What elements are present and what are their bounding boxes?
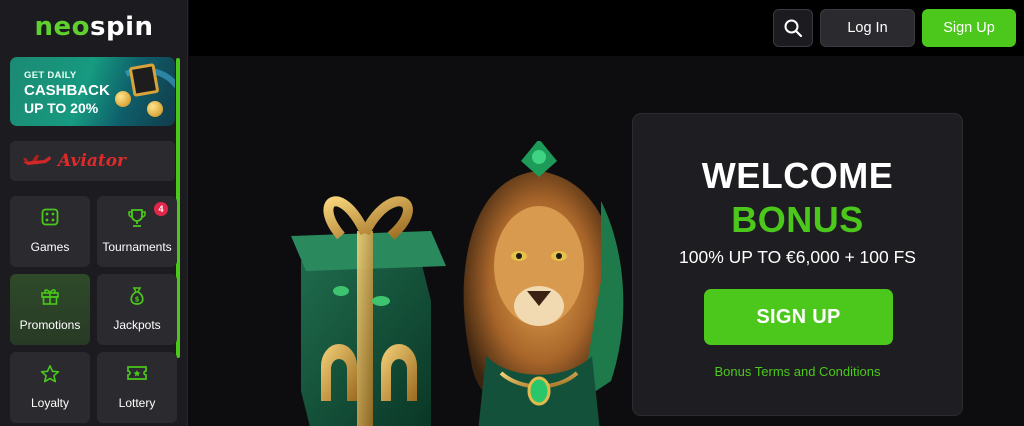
- bonus-title: BONUS: [731, 199, 864, 240]
- promo-line-2: CASHBACK: [24, 82, 110, 99]
- ticket-icon: [97, 364, 177, 382]
- aviator-game-link[interactable]: Aviator: [10, 141, 175, 181]
- promo-line-3: UP TO 20%: [24, 100, 99, 116]
- logo-text-spin: spin: [90, 12, 154, 42]
- svg-text:$: $: [135, 296, 140, 304]
- bonus-terms-link[interactable]: Bonus Terms and Conditions: [633, 364, 962, 379]
- sidebar-item-loyalty[interactable]: Loyalty: [10, 352, 90, 423]
- coin-icon: [147, 101, 163, 117]
- welcome-title: WELCOME: [701, 155, 894, 196]
- search-button[interactable]: [773, 9, 813, 47]
- sidebar-item-label: Games: [30, 240, 70, 254]
- cashback-promo-banner[interactable]: GET DAILY CASHBACK UP TO 20%: [10, 57, 175, 126]
- sidebar-item-jackpots[interactable]: $ Jackpots: [97, 274, 177, 345]
- neospin-logo[interactable]: neospin: [0, 12, 188, 42]
- hero-banner: WELCOME BONUS 100% UP TO €6,000 + 100 FS…: [189, 56, 1024, 426]
- login-button[interactable]: Log In: [820, 9, 915, 47]
- hero-signup-button[interactable]: SIGN UP: [704, 289, 893, 345]
- gift-icon: [10, 286, 90, 306]
- sidebar-item-label: Promotions: [19, 318, 81, 332]
- notification-badge: 4: [154, 202, 168, 216]
- header-signup-button[interactable]: Sign Up: [922, 9, 1016, 47]
- sidebar: neospin GET DAILY CASHBACK UP TO 20% Avi…: [0, 0, 188, 426]
- dice-icon: [10, 208, 90, 226]
- sidebar-item-label: Loyalty: [30, 396, 70, 410]
- star-icon: [10, 364, 90, 384]
- plane-icon: [23, 155, 51, 165]
- money-bag-icon: $: [97, 286, 177, 306]
- promo-line-1: GET DAILY: [24, 70, 77, 81]
- sidebar-item-label: Lottery: [118, 396, 156, 410]
- gift-box-icon: [128, 62, 160, 98]
- sidebar-item-promotions[interactable]: Promotions: [10, 274, 90, 345]
- lion-and-gift-illustration: [291, 141, 624, 426]
- aviator-label: Aviator: [58, 151, 126, 171]
- bonus-offer-text: 100% UP TO €6,000 + 100 FS: [679, 247, 916, 267]
- welcome-bonus-card: WELCOME BONUS 100% UP TO €6,000 + 100 FS…: [632, 113, 963, 416]
- search-icon: [784, 19, 803, 38]
- sidebar-item-lottery[interactable]: Lottery: [97, 352, 177, 423]
- sidebar-item-tournaments[interactable]: 4 Tournaments: [97, 196, 177, 267]
- logo-text-neo: neo: [34, 12, 90, 42]
- sidebar-item-label: Jackpots: [113, 318, 161, 332]
- sidebar-item-label: Tournaments: [102, 240, 172, 254]
- sidebar-item-games[interactable]: Games: [10, 196, 90, 267]
- coin-icon: [115, 91, 131, 107]
